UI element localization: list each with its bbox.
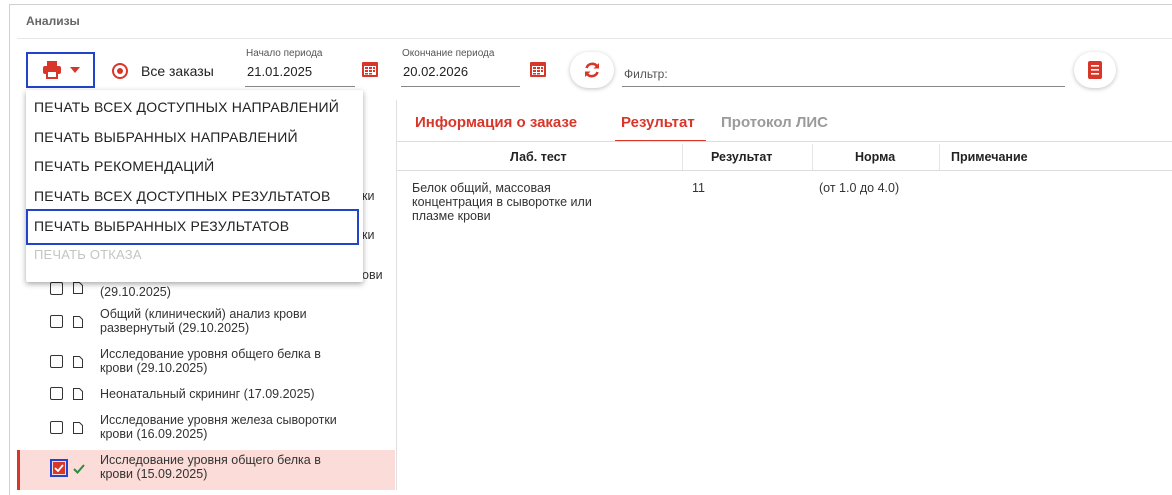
checkbox-checked[interactable] [50, 459, 68, 477]
list-item-line: Исследование уровня общего белка в [100, 347, 321, 361]
list-item-label: Исследование уровня общего белка в крови… [100, 347, 390, 375]
table-cell-norm: (от 1.0 до 4.0) [819, 181, 900, 195]
tab-lis-protocol[interactable]: Протокол ЛИС [721, 114, 828, 131]
file-icon [73, 282, 83, 294]
all-orders-radio[interactable] [112, 63, 128, 79]
list-item-line: крови (15.09.2025) [100, 467, 208, 481]
filter-input[interactable] [622, 86, 1065, 87]
list-item-selected[interactable]: Исследование уровня общего белка в крови… [17, 450, 395, 490]
print-dropdown-button[interactable] [26, 52, 95, 88]
all-orders-label: Все заказы [141, 63, 214, 79]
list-item-line: Общий (клинический) анализ крови [100, 307, 307, 321]
file-icon [73, 316, 83, 328]
table-cell-test: Белок общий, массовая концентрация в сыв… [412, 181, 672, 223]
column-header-test: Лаб. тест [510, 150, 567, 164]
checkbox[interactable] [50, 421, 63, 434]
list-item[interactable]: Общий (клинический) анализ крови разверн… [17, 306, 395, 342]
cell-line: плазме крови [412, 209, 491, 223]
list-item[interactable]: Исследование уровня железа сыворотки кро… [17, 412, 395, 448]
cell-line: Белок общий, массовая [412, 181, 551, 195]
menu-item-print-all-referrals[interactable]: ПЕЧАТЬ ВСЕХ ДОСТУПНЫХ НАПРАВЛЕНИЙ [34, 99, 339, 115]
menu-item-print-selected-results[interactable]: ПЕЧАТЬ ВЫБРАННЫХ РЕЗУЛЬТАТОВ [34, 218, 289, 234]
list-item-label: Неонатальный скрининг (17.09.2025) [100, 387, 315, 401]
list-item-line: Исследование уровня общего белка в [100, 453, 321, 467]
end-date-caption: Окончание периода [402, 48, 495, 59]
file-icon [73, 388, 83, 400]
refresh-button[interactable] [570, 52, 614, 88]
calendar-icon[interactable] [529, 60, 547, 78]
section-title: Анализы [26, 14, 80, 28]
menu-item-print-all-results[interactable]: ПЕЧАТЬ ВСЕХ ДОСТУПНЫХ РЕЗУЛЬТАТОВ [34, 188, 331, 204]
tab-result[interactable]: Результат [621, 114, 695, 131]
list-item-fragment: ови [362, 268, 383, 282]
menu-item-print-selected-referrals[interactable]: ПЕЧАТЬ ВЫБРАННЫХ НАПРАВЛЕНИЙ [34, 129, 298, 145]
list-item-line: крови (29.10.2025) [100, 361, 208, 375]
list-item-line: развернутый (29.10.2025) [100, 321, 250, 335]
report-button[interactable] [1074, 52, 1116, 88]
checkbox[interactable] [50, 387, 63, 400]
end-date-underline [401, 86, 520, 87]
start-date-caption: Начало периода [246, 48, 323, 59]
list-item-label: Общий (клинический) анализ крови разверн… [100, 307, 390, 335]
column-header-norm: Норма [855, 150, 896, 164]
refresh-icon [585, 62, 599, 78]
checkbox[interactable] [50, 282, 63, 295]
list-item[interactable]: (29.10.2025) [17, 282, 395, 301]
list-item-fragment: ки [362, 228, 375, 242]
list-item-label: (29.10.2025) [100, 285, 171, 299]
checkbox[interactable] [50, 315, 63, 328]
list-item-fragment: ки [362, 189, 375, 203]
column-separator [812, 144, 813, 170]
end-date-input[interactable]: 20.02.2026 [403, 64, 468, 79]
print-menu: ПЕЧАТЬ ВСЕХ ДОСТУПНЫХ НАПРАВЛЕНИЙ ПЕЧАТЬ… [26, 90, 363, 282]
list-item[interactable]: Исследование уровня общего белка в крови… [17, 346, 395, 382]
cell-line: концентрация в сыворотке или [412, 195, 592, 209]
list-item-label: Исследование уровня общего белка в крови… [100, 453, 390, 481]
panel-divider [396, 100, 397, 490]
list-item-line: крови (16.09.2025) [100, 427, 208, 441]
tab-order-info[interactable]: Информация о заказе [415, 114, 577, 131]
file-icon [73, 356, 83, 368]
table-cell-result: 11 [692, 181, 705, 195]
printer-icon [42, 61, 61, 79]
caret-down-icon [69, 67, 80, 73]
divider [17, 38, 1172, 39]
start-date-input[interactable]: 21.01.2025 [247, 64, 312, 79]
menu-item-print-refusal: ПЕЧАТЬ ОТКАЗА [34, 247, 142, 262]
checkmark-icon [73, 464, 85, 474]
calendar-icon[interactable] [361, 60, 379, 78]
divider [397, 170, 1172, 171]
checkbox[interactable] [50, 355, 63, 368]
list-item-line: Исследование уровня железа сыворотки [100, 413, 337, 427]
file-icon [73, 422, 83, 434]
start-date-underline [245, 86, 355, 87]
document-icon [1088, 61, 1102, 79]
column-separator [682, 144, 683, 170]
divider [397, 141, 1172, 142]
filter-label: Фильтр: [624, 67, 668, 81]
menu-item-print-recommendations[interactable]: ПЕЧАТЬ РЕКОМЕНДАЦИЙ [34, 158, 214, 174]
list-item-label: Исследование уровня железа сыворотки кро… [100, 413, 390, 441]
check-icon [54, 464, 64, 472]
column-separator [939, 144, 940, 170]
list-item[interactable]: Неонатальный скрининг (17.09.2025) [17, 385, 395, 407]
column-header-result: Результат [711, 150, 773, 164]
column-header-note: Примечание [951, 150, 1028, 164]
